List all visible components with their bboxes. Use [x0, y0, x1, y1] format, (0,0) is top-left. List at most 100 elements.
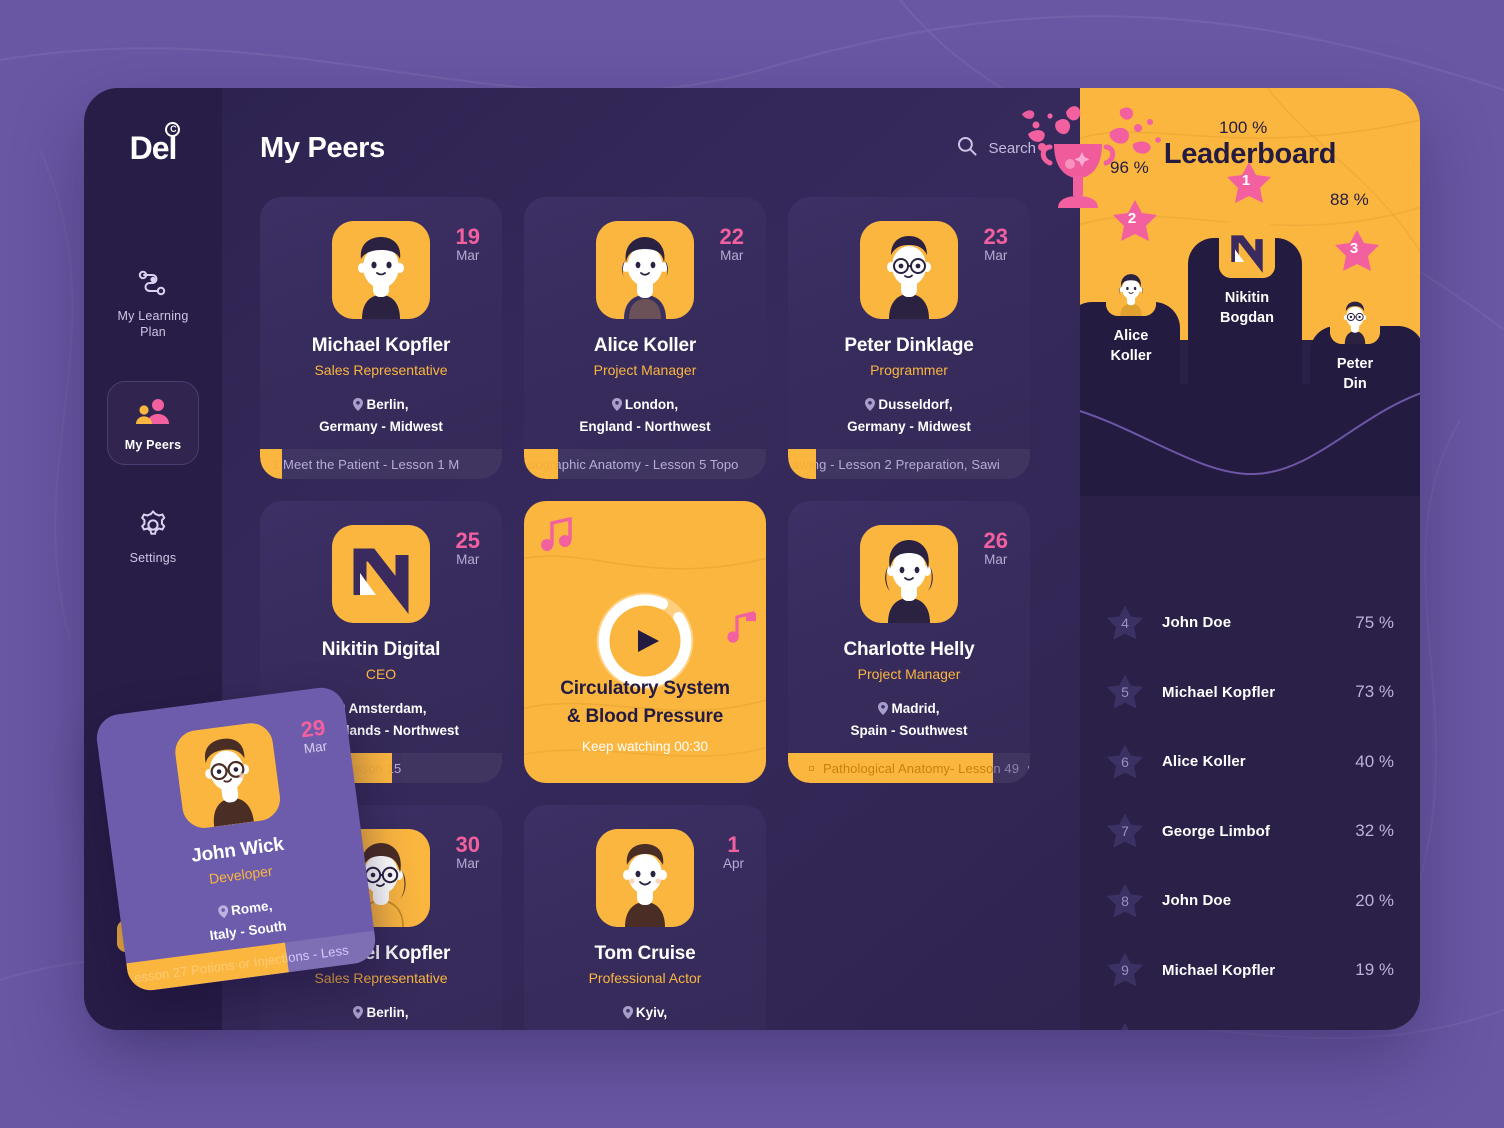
nikitin-logo-icon	[1219, 222, 1275, 278]
rank-star-icon: 5	[1106, 673, 1144, 711]
rank-number: 5	[1121, 684, 1129, 701]
peer-card-location: Berlin, Germany - Midwest	[319, 397, 443, 434]
leaderboard-row-percent: 73 %	[1355, 682, 1394, 702]
podium-name: Nikitin Bogdan	[1220, 290, 1274, 326]
leaderboard-podium: 96 % 100 % 88 % 2 1 3 Alice Koller Nikit…	[1080, 118, 1420, 518]
peer-card-date: 19 Mar	[455, 224, 480, 263]
leaderboard-row[interactable]: 8 John Doe 20 %	[1106, 866, 1394, 936]
leaderboard-row-name: Michael Kopfler	[1162, 683, 1276, 701]
leaderboard-row[interactable]: 9 Michael Kopfler 19 %	[1106, 936, 1394, 1006]
peer-card[interactable]: 26 Mar Charlotte Helly Project Manager M…	[788, 501, 1030, 783]
sidebar-item-label: My Learning Plan	[117, 309, 189, 339]
peer-card[interactable]: 19 Mar Michael Kopfler Sales Representat…	[260, 197, 502, 479]
media-card-subtitle: Keep watching 00:30	[581, 739, 709, 754]
peer-card-role: CEO	[365, 666, 397, 682]
peer-card-location: Dusseldorf, Germany - Midwest	[847, 397, 971, 434]
rank-number: 4	[1121, 614, 1129, 631]
rank-star-icon: 8	[1106, 882, 1144, 920]
leaderboard-row-percent: 75 %	[1355, 612, 1394, 632]
sidebar-item-my-peers[interactable]: My Peers	[107, 381, 199, 465]
lesson-progress-strip[interactable]: awing - Lesson 2 Preparation, Sawi	[788, 449, 1030, 479]
main-header: My Peers Search	[260, 132, 1046, 165]
peer-card[interactable]: 1 Apr Tom Cruise Professional Actor Kyiv…	[524, 805, 766, 1030]
peer-card-date: 30 Mar	[455, 832, 480, 871]
lesson-progress-strip[interactable]: 1 Meet the Patient - Lesson 1 M	[260, 449, 502, 479]
lesson-progress-text: pographic Anatomy - Lesson 5 Topo	[528, 456, 739, 472]
leaderboard-row[interactable]: 6 Alice Koller 40 %	[1106, 727, 1394, 797]
avatar-woman-bob-icon	[596, 221, 694, 319]
floating-peer-card[interactable]: 29 Mar John Wick Developer Rome, Italy - …	[93, 684, 379, 994]
rank-number: 9	[1121, 962, 1129, 979]
leaderboard-row-name: Alice Koller	[1162, 753, 1246, 771]
peer-card-name: Tom Cruise	[594, 943, 696, 964]
lesson-progress-text: Pathological Anatomy- Lesson 49	[788, 761, 1030, 776]
peer-card-role: Project Manager	[857, 666, 961, 682]
location-pin-icon	[622, 1005, 633, 1025]
leaderboard-row-percent: 32 %	[1355, 821, 1394, 841]
avatar-woman-bob-icon	[1106, 266, 1156, 316]
peer-card-name: Michael Kopfler	[311, 335, 451, 356]
peer-card-date: 23 Mar	[983, 224, 1008, 263]
lesson-progress-text: awing - Lesson 2 Preparation, Sawi	[792, 456, 1000, 472]
sidebar-item-settings[interactable]: Settings	[107, 495, 199, 577]
location-pin-icon	[611, 397, 622, 417]
app-logo[interactable]: Del C	[130, 122, 181, 167]
lesson-progress-strip[interactable]: Pathological Anatomy- Lesson 49	[788, 753, 1030, 783]
peer-card[interactable]: 23 Mar Peter Dinklage Programmer Dusseld…	[788, 197, 1030, 479]
avatar-glasses-man-icon	[860, 221, 958, 319]
rank-star-icon: 4	[1106, 604, 1144, 642]
sidebar-item-label: Settings	[129, 551, 177, 565]
peer-card-role: Sales Representative	[314, 970, 448, 986]
peer-card-name: Alice Koller	[593, 335, 697, 356]
leaderboard-panel: Leaderboard 96 % 100 % 88 % 2 1 3 Alice …	[1080, 88, 1420, 1030]
location-pin-icon	[353, 397, 364, 417]
rank-star-icon: 10	[1106, 1021, 1144, 1030]
leaderboard-row[interactable]: 7 George Limbof 32 %	[1106, 797, 1394, 867]
rank-star-icon: 9	[1106, 951, 1144, 989]
media-player-card[interactable]: Circulatory System & Blood Pressure Keep …	[524, 501, 766, 783]
leaderboard-row-percent: 40 %	[1355, 751, 1394, 771]
peer-card-location: Berlin,	[260, 1003, 502, 1025]
lesson-progress-text: 1 Meet the Patient - Lesson 1 M	[272, 456, 460, 472]
peer-card-date: 26 Mar	[983, 528, 1008, 567]
leaderboard-row-name: John Doe	[1162, 892, 1232, 910]
avatar-curly-man-icon	[332, 221, 430, 319]
avatar-smiling-man-icon	[596, 829, 694, 927]
avatar-glasses-man-icon	[1330, 294, 1380, 344]
podium-rank-badge: 1	[1226, 160, 1271, 203]
location-pin-icon	[878, 701, 889, 721]
peer-card-name: Peter Dinklage	[844, 335, 974, 356]
peer-card-name: Charlotte Helly	[843, 639, 975, 660]
rank-number: 6	[1121, 753, 1129, 770]
play-icon	[638, 630, 659, 652]
leaderboard-list: 4 John Doe 75 % 5 Michael Kopfler 73 % 6…	[1080, 588, 1420, 1030]
peer-card-location: Kyiv,	[524, 1003, 766, 1025]
media-card-title: Circulatory System & Blood Pressure	[560, 678, 730, 727]
leaderboard-row[interactable]: 4 John Doe 75 %	[1106, 588, 1394, 658]
peer-card[interactable]: 22 Mar Alice Koller Project Manager Lond…	[524, 197, 766, 479]
peer-card-role: Project Manager	[593, 362, 697, 378]
location-pin-icon	[353, 1005, 364, 1025]
trophy-splash-icon	[998, 92, 1178, 222]
leaderboard-row[interactable]: 10 Alice Koller 15 %	[1106, 1005, 1394, 1030]
location-pin-icon	[865, 397, 876, 417]
leaderboard-row-name: George Limbof	[1162, 822, 1270, 840]
peer-card-role: Professional Actor	[588, 970, 702, 986]
leaderboard-row[interactable]: 5 Michael Kopfler 73 %	[1106, 658, 1394, 728]
sidebar-item-my-learning-plan[interactable]: My Learning Plan	[107, 253, 199, 351]
peer-card-location: London, England - Northwest	[579, 397, 711, 434]
rank-star-icon: 7	[1106, 812, 1144, 850]
rank-star-icon: 6	[1106, 743, 1144, 781]
peer-card-location: Madrid, Spain - Southwest	[850, 701, 968, 738]
gear-icon	[111, 508, 195, 542]
leaderboard-row-name: Michael Kopfler	[1162, 961, 1276, 979]
peer-card-date: 25 Mar	[455, 528, 480, 567]
lesson-progress-strip[interactable]: pographic Anatomy - Lesson 5 Topo	[524, 449, 766, 479]
peer-card-role: Programmer	[870, 362, 948, 378]
peer-card-role: Sales Representative	[314, 362, 448, 378]
podium-percent: 100 %	[1219, 118, 1268, 137]
music-note-icon	[724, 609, 760, 650]
podium-name: Alice Koller	[1110, 328, 1152, 364]
nikitin-logo-icon	[332, 525, 430, 623]
peer-card-date: 29 Mar	[299, 714, 328, 757]
